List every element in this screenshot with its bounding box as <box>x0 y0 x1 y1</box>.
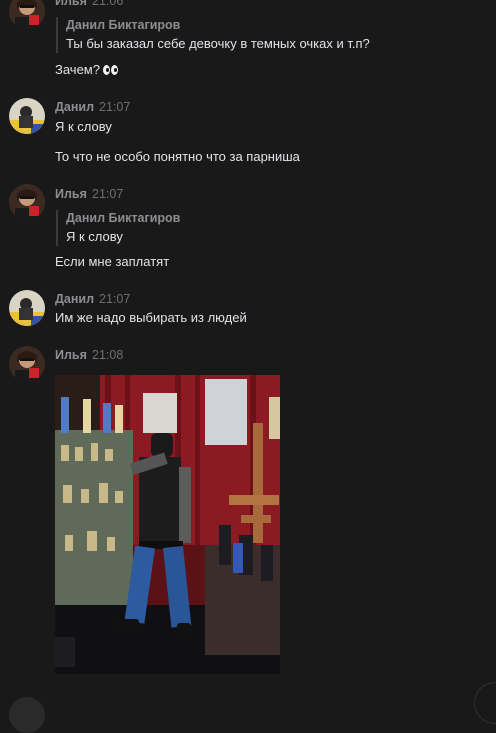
quote-author: Данил Биктагиров <box>66 211 181 225</box>
avatar-ilya-image <box>9 346 45 382</box>
photo-attachment[interactable] <box>55 375 280 674</box>
message-author[interactable]: Данил <box>55 100 94 114</box>
avatar[interactable] <box>9 184 45 220</box>
message-time[interactable]: 21:06 <box>92 0 123 8</box>
message-time[interactable]: 21:07 <box>92 187 123 201</box>
eyes-emoji <box>102 63 119 78</box>
avatar[interactable] <box>9 98 45 134</box>
avatar-ilya-image <box>9 184 45 220</box>
message-author[interactable]: Илья <box>55 348 87 362</box>
message-line: Зачем? <box>55 62 100 77</box>
avatar[interactable] <box>9 0 45 29</box>
avatar[interactable] <box>9 697 45 733</box>
avatar-danil-image <box>9 290 45 326</box>
quote-author: Данил Биктагиров <box>66 18 181 32</box>
message-author[interactable]: Илья <box>55 0 87 8</box>
reply-quote[interactable]: Данил Биктагиров Ты бы заказал себе дево… <box>56 17 370 53</box>
message-text: Я к слову <box>55 119 112 134</box>
message-text: То что не особо понятно что за парниша <box>55 149 300 164</box>
message-time[interactable]: 21:07 <box>99 100 130 114</box>
message-text: Им же надо выбирать из людей <box>55 310 247 325</box>
message-time[interactable]: 21:07 <box>99 292 130 306</box>
avatar[interactable] <box>9 346 45 382</box>
message-text: Зачем? <box>55 62 119 78</box>
message-author[interactable]: Данил <box>55 292 94 306</box>
message-author[interactable]: Илья <box>55 187 87 201</box>
scroll-down-button[interactable] <box>474 682 496 724</box>
avatar-danil-image <box>9 98 45 134</box>
reply-quote[interactable]: Данил Биктагиров Я к слову <box>56 210 180 246</box>
photo-image <box>55 375 280 674</box>
avatar-ilya-image <box>9 0 45 29</box>
quote-text: Я к слову <box>66 229 123 244</box>
quote-text: Ты бы заказал себе девочку в темных очка… <box>66 36 370 51</box>
message-text: Если мне заплатят <box>55 254 170 269</box>
message-time[interactable]: 21:08 <box>92 348 123 362</box>
avatar[interactable] <box>9 290 45 326</box>
